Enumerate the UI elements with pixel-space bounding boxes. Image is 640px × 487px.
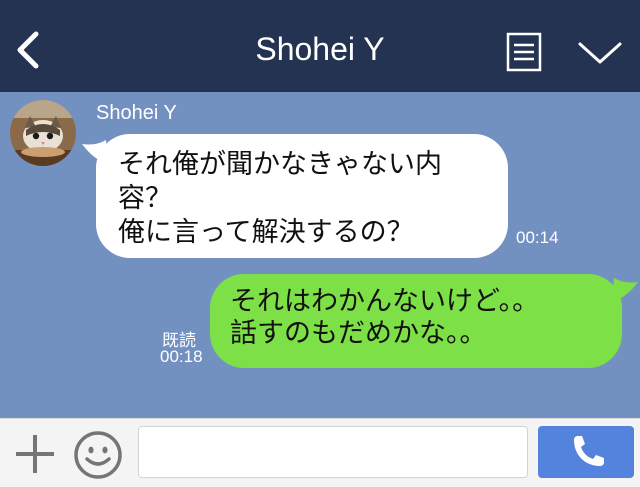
outgoing-timestamp: 00:18 [160,347,203,366]
note-menu-button[interactable] [506,32,542,72]
cat-avatar-image [10,100,76,166]
sender-name: Shohei Y [96,102,177,124]
note-icon [506,32,542,72]
chevron-left-icon [17,31,39,69]
chat-area[interactable]: Shohei Y それ俺が聞かなきゃない内 容？ 俺に言って解決するの？ 00:… [0,92,640,418]
message-input[interactable] [138,426,528,478]
add-button[interactable] [12,431,58,477]
chevron-down-icon [578,42,622,64]
chat-header: Shohei Y [0,0,640,92]
message-line: 容？ [118,183,172,214]
incoming-message[interactable]: それ俺が聞かなきゃない内 容？ 俺に言って解決するの？ [82,134,512,260]
emoji-button[interactable] [72,429,124,481]
call-button[interactable] [538,426,634,478]
collapse-button[interactable] [576,38,624,68]
plus-icon [16,435,54,473]
smiley-icon [74,431,122,479]
avatar[interactable] [10,100,76,166]
message-line: 俺に言って解決するの？ [118,217,414,248]
incoming-timestamp: 00:14 [516,228,559,247]
message-line: それはわかんないけど。。 [230,286,540,317]
outgoing-message[interactable]: それはわかんないけど。。 話すのもだめかな。。 [208,274,638,368]
back-button[interactable] [8,28,52,72]
incoming-bubble: それ俺が聞かなきゃない内 容？ 俺に言って解決するの？ [96,134,508,258]
chat-title: Shohei Y [255,31,385,67]
outgoing-bubble: それはわかんないけど。。 話すのもだめかな。。 [210,274,622,368]
phone-icon [574,436,604,466]
message-line: それ俺が聞かなきゃない内 [118,149,442,180]
input-bar [0,418,640,487]
message-line: 話すのもだめかな。。 [230,318,487,349]
